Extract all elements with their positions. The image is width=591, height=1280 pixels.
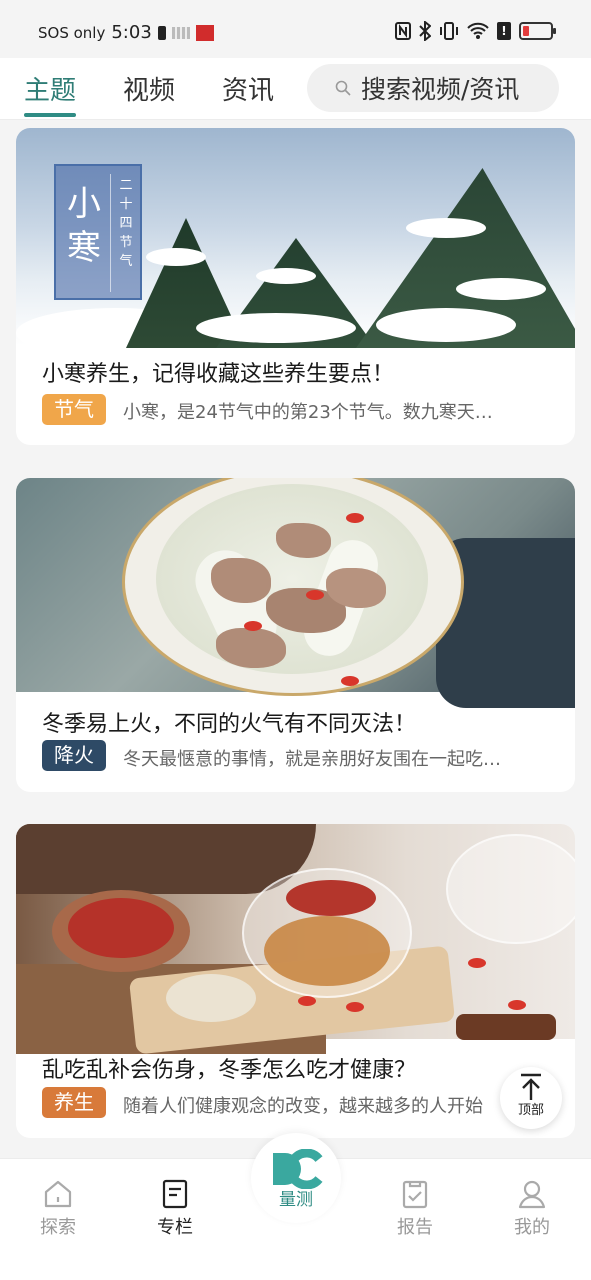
- bluetooth-icon: [419, 21, 431, 41]
- article-summary: 小寒，是24节气中的第23个节气。数九寒天…: [123, 402, 493, 423]
- measure-logo-icon: [273, 1149, 323, 1189]
- battery-saver-icon: [157, 25, 166, 40]
- article-title: 冬季易上火，不同的火气有不同灭法！: [42, 712, 417, 737]
- article-image: [16, 824, 575, 1055]
- tab-news[interactable]: 资讯: [222, 70, 274, 107]
- nav-label: 我的: [514, 1217, 550, 1238]
- solar-term-caption: 二十四节气: [119, 178, 133, 269]
- nav-label: 报告: [397, 1217, 433, 1238]
- profile-icon: [518, 1180, 546, 1209]
- article-card[interactable]: 冬季易上火，不同的火气有不同灭法！ 降火 冬天最惬意的事情，就是亲朋好友围在一起…: [16, 478, 575, 792]
- search-icon: [335, 80, 351, 96]
- nav-measure[interactable]: 量测: [251, 1133, 341, 1223]
- vibrate-icon: [440, 22, 458, 40]
- nav-explore[interactable]: 探索: [23, 1179, 93, 1239]
- nav-label: 量测: [279, 1190, 313, 1210]
- nav-label: 专栏: [157, 1217, 193, 1238]
- nav-profile[interactable]: 我的: [497, 1179, 567, 1239]
- article-title: 乱吃乱补会伤身，冬季怎么吃才健康？: [42, 1058, 417, 1083]
- article-tag: 降火: [42, 740, 106, 771]
- carrier-text: SOS only: [38, 23, 106, 42]
- article-card[interactable]: 乱吃乱补会伤身，冬季怎么吃才健康？ 养生 随着人们健康观念的改变，越来越多的人开…: [16, 824, 575, 1138]
- clock-time: 5:03: [111, 22, 152, 43]
- battery-icon: [519, 22, 556, 40]
- article-image: 小寒 二十四节气: [16, 128, 575, 358]
- article-tag: 养生: [42, 1087, 106, 1118]
- report-icon: [402, 1180, 428, 1209]
- solar-term-name: 小寒: [67, 184, 101, 268]
- search-placeholder: 搜索视频/资讯: [361, 75, 520, 104]
- active-tab-indicator: [24, 113, 76, 117]
- nfc-icon: [395, 22, 411, 40]
- header-tabbar: 主题 视频 资讯 搜索视频/资讯: [0, 58, 591, 120]
- search-input[interactable]: 搜索视频/资讯: [307, 64, 559, 112]
- article-summary: 冬天最惬意的事情，就是亲朋好友围在一起吃…: [123, 749, 501, 770]
- nav-column[interactable]: 专栏: [140, 1179, 210, 1239]
- back-to-top-label: 顶部: [517, 1103, 544, 1118]
- article-summary: 随着人们健康观念的改变，越来越多的人开始: [123, 1096, 483, 1117]
- wifi-icon: [467, 22, 489, 39]
- article-card[interactable]: 小寒 二十四节气 小寒养生，记得收藏这些养生要点！ 节气 小寒，是24节气中的第…: [16, 128, 575, 445]
- notification-icon: [171, 26, 190, 39]
- app-notification-icon: [195, 24, 214, 41]
- bottom-navigation: 探索 专栏 量测 报告 我的: [0, 1133, 591, 1280]
- article-title: 小寒养生，记得收藏这些养生要点！: [42, 362, 395, 387]
- article-tag: 节气: [42, 394, 106, 425]
- arrow-up-icon: [521, 1073, 541, 1100]
- article-image: [16, 478, 575, 708]
- nav-label: 探索: [40, 1217, 76, 1238]
- tab-topics[interactable]: 主题: [24, 70, 76, 107]
- status-bar: SOS only 5:03 !: [0, 0, 591, 58]
- alert-icon: !: [497, 22, 511, 40]
- back-to-top-button[interactable]: 顶部: [500, 1067, 562, 1129]
- solar-term-emblem: 小寒 二十四节气: [54, 164, 142, 300]
- nav-report[interactable]: 报告: [380, 1179, 450, 1239]
- tab-videos[interactable]: 视频: [123, 70, 175, 107]
- home-icon: [44, 1180, 72, 1208]
- column-icon: [162, 1179, 188, 1209]
